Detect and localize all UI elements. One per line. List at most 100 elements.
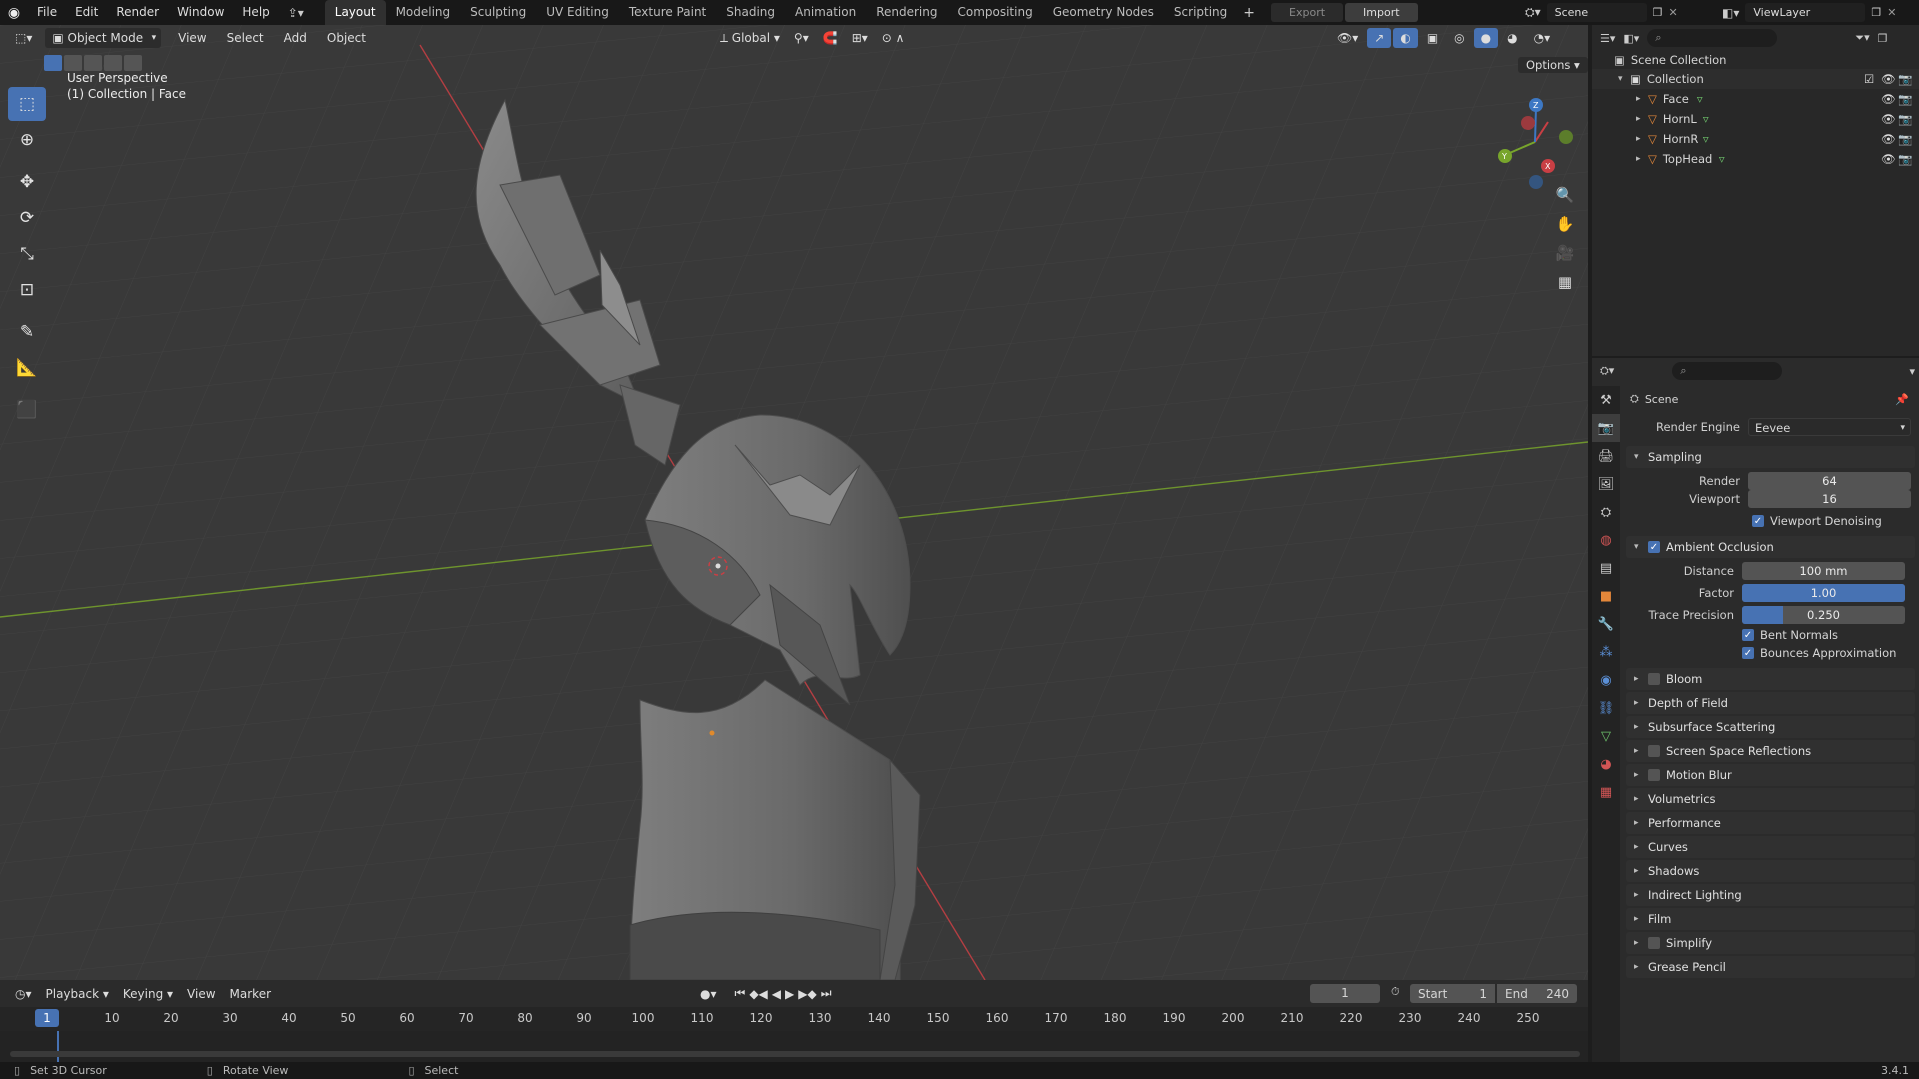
play-reverse-icon[interactable]: ◀ (772, 987, 781, 1001)
scale-tool-icon[interactable]: ⤡ (8, 237, 46, 271)
annotate-tool-icon[interactable]: ✎ (8, 315, 46, 349)
select-invert-icon[interactable] (104, 55, 122, 71)
scene-tab-icon[interactable]: ⛭ (1592, 498, 1620, 526)
menu-edit[interactable]: Edit (66, 0, 107, 25)
timeline-track-area[interactable] (0, 1031, 1588, 1062)
render-engine-dropdown[interactable]: Eevee ▾ (1748, 418, 1911, 436)
panel-checkbox[interactable] (1648, 769, 1660, 781)
panel-header[interactable]: ▸ Shadows (1626, 860, 1915, 882)
view-layer-icon[interactable]: ◧▾ (1722, 6, 1739, 20)
timeline-editor-type-icon[interactable]: ◷▾ (8, 984, 39, 1004)
particles-tab-icon[interactable]: ⁂ (1592, 638, 1620, 666)
scene-collection-row[interactable]: ▣ Scene Collection (1592, 51, 1919, 69)
editor-type-icon[interactable]: ⬚▾ (8, 28, 39, 48)
tab-shading[interactable]: Shading (716, 0, 785, 25)
pivot-icon[interactable]: ⚲▾ (787, 28, 816, 48)
viewport-scene[interactable] (0, 25, 1588, 980)
render-camera-icon[interactable]: 📷 (1898, 152, 1912, 166)
viewport-samples-field[interactable]: 16 (1748, 490, 1911, 508)
pan-hand-icon[interactable]: ✋ (1552, 211, 1578, 237)
delete-scene-icon[interactable]: ✕ (1669, 6, 1678, 19)
visibility-eye-icon[interactable]: 👁 (1881, 152, 1896, 166)
transform-tool-icon[interactable]: ⊡ (8, 273, 46, 307)
scene-selector[interactable]: Scene (1546, 3, 1647, 22)
ao-trace-slider[interactable]: 0.250 (1742, 606, 1905, 624)
menu-help[interactable]: Help (233, 0, 278, 25)
upload-icon[interactable]: ⇪▾ (279, 6, 313, 20)
panel-header[interactable]: ▸ Screen Space Reflections (1626, 740, 1915, 762)
panel-header[interactable]: ▸ Volumetrics (1626, 788, 1915, 810)
export-button[interactable]: Export (1271, 3, 1344, 22)
visibility-icon[interactable]: 👁▾ (1330, 28, 1365, 48)
playback-menu[interactable]: Playback ▾ (39, 984, 116, 1004)
select-extend-icon[interactable] (64, 55, 82, 71)
measure-tool-icon[interactable]: 📐 (8, 351, 46, 385)
gizmo-x-neg-icon[interactable] (1521, 116, 1535, 130)
panel-header[interactable]: ▸ Simplify (1626, 932, 1915, 954)
render-tab-icon[interactable]: 📷 (1592, 414, 1620, 442)
outliner-object-row[interactable]: ▸ ▽ HornL ▿ 👁 📷 (1592, 109, 1919, 129)
visibility-eye-icon[interactable]: 👁 (1881, 132, 1896, 146)
select-box-tool-icon[interactable]: ⬚ (8, 87, 46, 121)
ao-factor-slider[interactable]: 1.00 (1742, 584, 1905, 602)
delete-view-layer-icon[interactable]: ✕ (1887, 6, 1896, 19)
playhead[interactable]: 1 (35, 1009, 59, 1027)
select-subtract-icon[interactable] (84, 55, 102, 71)
collection-render-icon[interactable]: 📷 (1898, 72, 1912, 86)
tab-geometry-nodes[interactable]: Geometry Nodes (1043, 0, 1164, 25)
tab-texture-paint[interactable]: Texture Paint (619, 0, 716, 25)
outliner-editor-type-icon[interactable]: ☰▾ (1600, 32, 1615, 45)
viewport-denoising-checkbox[interactable]: ✓ (1752, 515, 1764, 527)
material-shading-icon[interactable]: ◕ (1500, 28, 1524, 48)
new-view-layer-icon[interactable]: ❐ (1871, 6, 1881, 19)
bounces-checkbox[interactable]: ✓ (1742, 647, 1754, 659)
rotate-tool-icon[interactable]: ⟳ (8, 201, 46, 235)
snap-icon[interactable]: 🧲 (816, 28, 845, 48)
panel-checkbox[interactable] (1648, 937, 1660, 949)
view-layer-selector[interactable]: ViewLayer (1745, 3, 1866, 22)
sampling-panel-header[interactable]: ▾ Sampling (1626, 446, 1915, 468)
solid-shading-icon[interactable]: ● (1473, 28, 1499, 48)
object-mode-dropdown[interactable]: ▣ Object Mode ▾ (45, 28, 162, 48)
cursor-tool-icon[interactable]: ⊕ (8, 123, 46, 157)
prev-keyframe-icon[interactable]: ◆◀ (749, 987, 767, 1001)
panel-header[interactable]: ▸ Indirect Lighting (1626, 884, 1915, 906)
menu-select[interactable]: Select (220, 28, 271, 48)
import-button[interactable]: Import (1345, 3, 1418, 22)
display-mode-icon[interactable]: ◧▾ (1623, 32, 1639, 45)
keying-menu[interactable]: Keying ▾ (116, 984, 180, 1004)
bent-normals-checkbox[interactable]: ✓ (1742, 629, 1754, 641)
record-icon[interactable]: ●▾ (700, 987, 717, 1001)
collection-tab-icon[interactable]: ▤ (1592, 554, 1620, 582)
tab-uv-editing[interactable]: UV Editing (536, 0, 619, 25)
outliner-search-input[interactable]: ⌕ (1647, 29, 1778, 47)
panel-header[interactable]: ▸ Film (1626, 908, 1915, 930)
pin-icon[interactable]: 📌 (1895, 393, 1909, 406)
panel-header[interactable]: ▸ Subsurface Scattering (1626, 716, 1915, 738)
blender-logo-icon[interactable]: ◉ (0, 5, 28, 21)
panel-header[interactable]: ▸ Motion Blur (1626, 764, 1915, 786)
timeline-ruler[interactable]: 1102030405060708090100110120130140150160… (0, 1007, 1588, 1031)
object-tab-icon[interactable]: ■ (1592, 582, 1620, 610)
gizmo-z-neg-icon[interactable] (1529, 175, 1543, 189)
render-samples-field[interactable]: 64 (1748, 472, 1911, 490)
new-scene-icon[interactable]: ❐ (1653, 6, 1663, 19)
render-camera-icon[interactable]: 📷 (1898, 92, 1912, 106)
3d-viewport[interactable]: ⬚▾ ▣ Object Mode ▾ View Select Add Objec… (0, 25, 1588, 980)
panel-checkbox[interactable] (1648, 745, 1660, 757)
perspective-toggle-icon[interactable]: ▦ (1552, 269, 1578, 295)
texture-tab-icon[interactable]: ▦ (1592, 778, 1620, 806)
play-icon[interactable]: ▶ (785, 987, 794, 1001)
collection-visibility-icon[interactable]: 👁 (1881, 72, 1896, 86)
panel-header[interactable]: ▸ Depth of Field (1626, 692, 1915, 714)
expand-collection-icon[interactable]: ▾ (1618, 74, 1630, 84)
snap-target-icon[interactable]: ⊞▾ (845, 28, 875, 48)
tab-scripting[interactable]: Scripting (1164, 0, 1237, 25)
tab-layout[interactable]: Layout (324, 0, 386, 25)
next-keyframe-icon[interactable]: ▶◆ (798, 987, 816, 1001)
xray-icon[interactable]: ▣ (1420, 28, 1445, 48)
outliner-object-row[interactable]: ▸ ▽ TopHead ▿ 👁 📷 (1592, 149, 1919, 169)
jump-end-icon[interactable]: ⏭ (821, 986, 832, 1001)
expand-icon[interactable]: ▸ (1636, 154, 1648, 164)
panel-header[interactable]: ▸ Grease Pencil (1626, 956, 1915, 978)
